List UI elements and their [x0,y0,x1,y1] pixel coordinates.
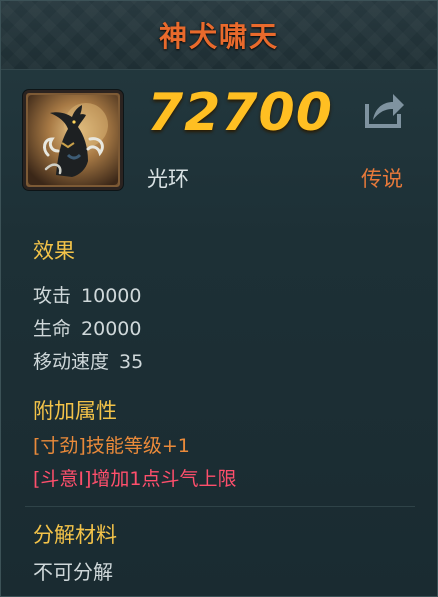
item-name: 神犬啸天 [158,20,279,53]
stat-value: 10000 [81,285,142,307]
effects-heading: 效果 [33,239,75,263]
decompose-heading: 分解材料 [33,523,117,547]
section-divider [25,506,415,507]
stat-label: 生命 [33,318,72,340]
item-tooltip: 神犬啸天 72700 光环 传说 效果 攻击 10000 生命 20000 移动… [0,0,438,597]
item-rarity: 传说 [361,167,403,191]
stat-row-hp: 生命 20000 [33,314,141,341]
share-icon[interactable] [363,90,405,130]
extra-attribute-line: [斗意Ⅰ]增加1点斗气上限 [33,468,237,490]
item-category: 光环 [147,167,189,191]
stat-label: 攻击 [33,285,72,307]
stat-label: 移动速度 [33,351,110,373]
stat-value: 35 [119,351,144,373]
item-icon-frame [23,90,123,190]
divine-dog-icon [28,95,118,185]
extra-attribute-line: [寸劲]技能等级+1 [33,435,190,457]
stat-value: 20000 [81,318,142,340]
item-price: 72700 [147,83,333,143]
stat-row-speed: 移动速度 35 [33,347,143,374]
stat-row-attack: 攻击 10000 [33,281,141,308]
extra-attributes-heading: 附加属性 [33,399,117,423]
tooltip-header: 神犬啸天 [1,1,437,70]
decompose-text: 不可分解 [33,560,113,584]
